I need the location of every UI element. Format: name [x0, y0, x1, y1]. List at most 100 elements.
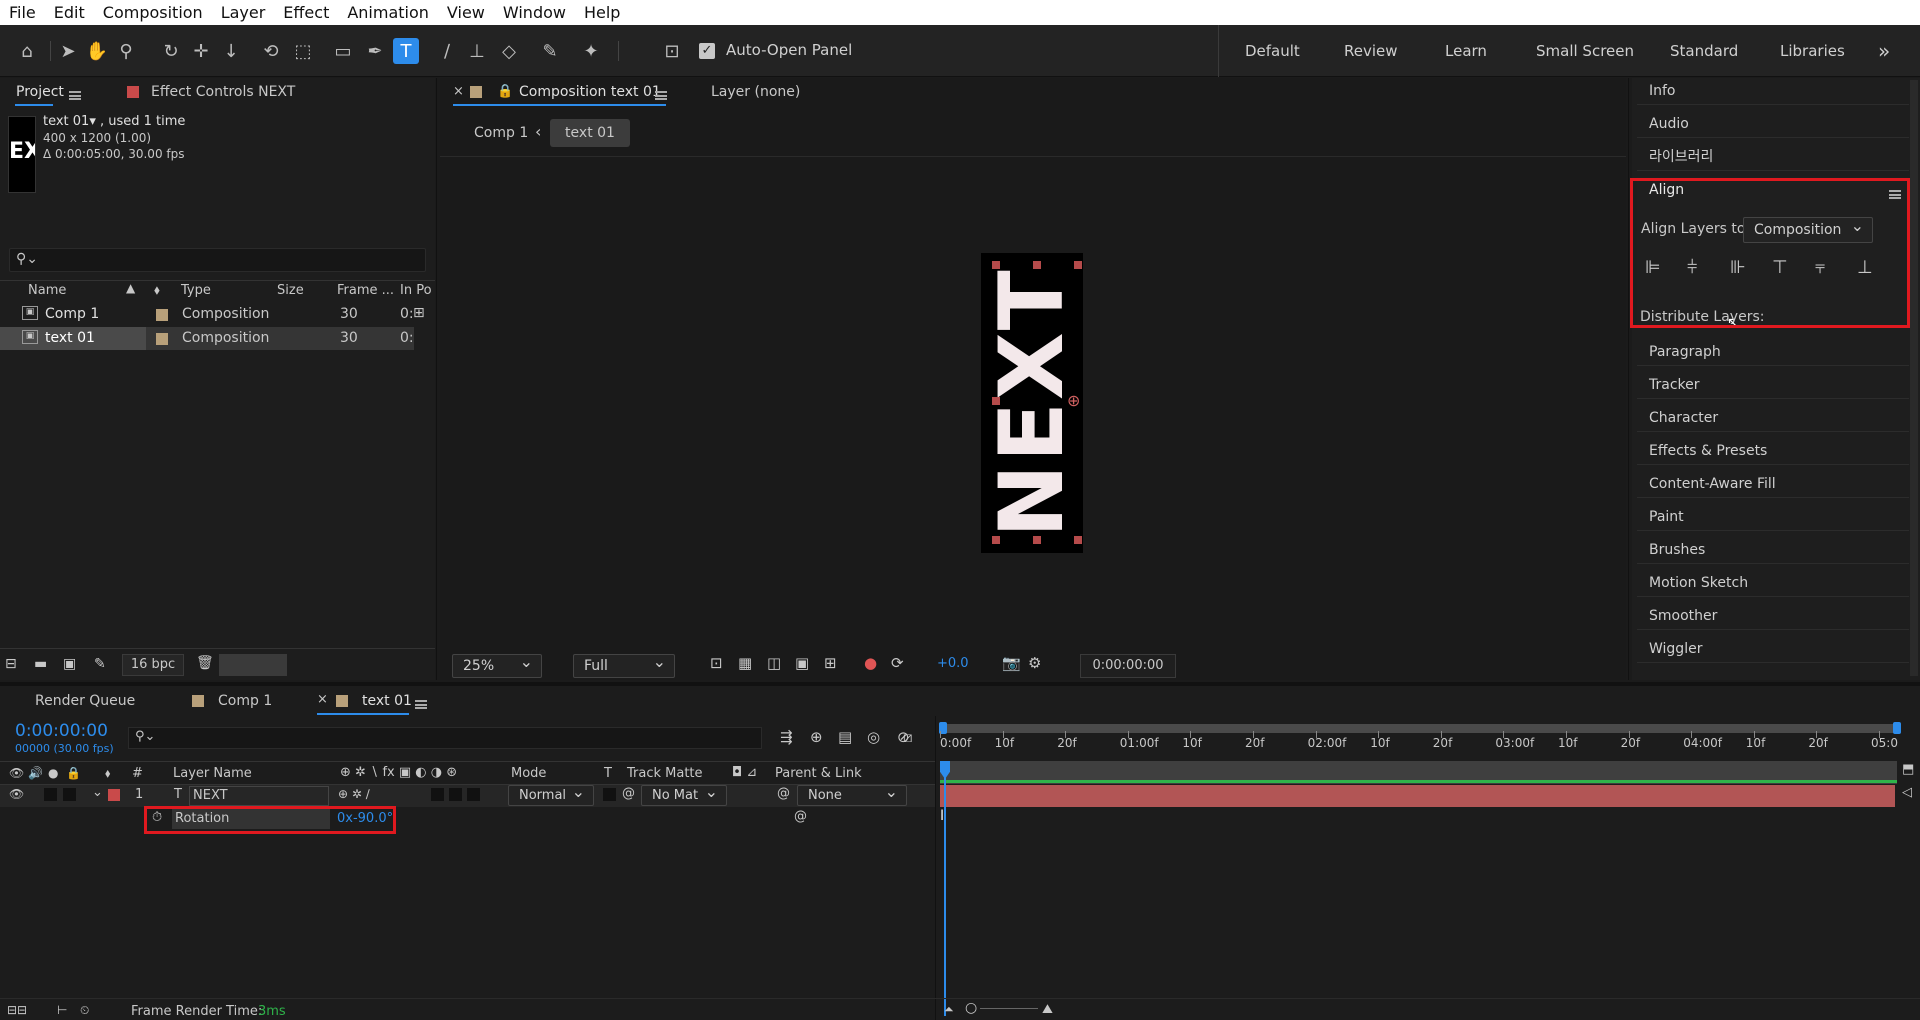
panel-info[interactable]: Info	[1637, 78, 1909, 105]
workspace-small-screen[interactable]: Small Screen	[1536, 25, 1634, 77]
menu-file[interactable]: File	[0, 0, 45, 25]
workspace-review[interactable]: Review	[1344, 25, 1398, 77]
pen-tool-icon[interactable]: ✒	[362, 38, 388, 64]
transform-handle[interactable]	[1074, 536, 1082, 544]
transform-handle[interactable]	[992, 397, 1000, 405]
shy-layers-icon[interactable]: ▤	[838, 728, 852, 746]
menu-edit[interactable]: Edit	[45, 0, 94, 25]
close-tab-icon[interactable]: ×	[453, 84, 464, 99]
layer-duration-bar[interactable]	[940, 785, 1895, 807]
tab-layer[interactable]: Layer (none)	[711, 84, 800, 100]
timeline-current-time[interactable]: 0:00:00:00	[15, 721, 108, 741]
visibility-column-icon[interactable]: 👁	[9, 766, 24, 780]
brush-tool-icon[interactable]: ∕	[434, 38, 460, 64]
zoom-out-icon[interactable]: ⏶	[944, 1002, 954, 1017]
mask-visibility-icon[interactable]: ◫	[767, 654, 781, 672]
project-row-selected[interactable]: ▣ text 01 Composition 30 0:	[0, 327, 414, 350]
project-row[interactable]: ▣ Comp 1 Composition 30 0: ⊞	[0, 303, 425, 326]
label-column-icon[interactable]: ⬧	[105, 766, 110, 781]
bit-depth-button[interactable]: 16 bpc	[122, 654, 184, 676]
panel-menu-icon[interactable]	[415, 700, 427, 709]
panel-content-aware-fill[interactable]: Content-Aware Fill	[1637, 471, 1909, 498]
rotate-tool-icon[interactable]: ⟲	[258, 38, 284, 64]
layer-name[interactable]: NEXT	[189, 786, 329, 806]
solo-toggle[interactable]	[44, 788, 57, 801]
parent-dropdown[interactable]: None	[797, 782, 907, 806]
transform-handle[interactable]	[992, 261, 1000, 269]
region-of-interest-icon[interactable]: ▣	[795, 654, 809, 672]
color-management-icon[interactable]: ⟳	[891, 654, 904, 672]
frame-blending-icon[interactable]: ◎	[867, 728, 880, 746]
panel-menu-icon[interactable]	[69, 91, 81, 100]
comp-flowchart-icon[interactable]: ⇶	[780, 728, 793, 746]
transfer-controls-icon[interactable]: ⊢	[57, 1003, 67, 1017]
solo-column-icon[interactable]: ●	[48, 766, 58, 780]
panel-smoother[interactable]: Smoother	[1637, 603, 1909, 630]
workspace-libraries[interactable]: Libraries	[1780, 25, 1845, 77]
zoom-tool-icon[interactable]: ⚲	[113, 38, 139, 64]
rectangle-tool-icon[interactable]: ▭	[330, 38, 356, 64]
orbit-camera-icon[interactable]: ↻	[158, 38, 184, 64]
transform-handle[interactable]	[1033, 536, 1041, 544]
snapping-icon[interactable]: ⊡	[659, 38, 685, 64]
menu-help[interactable]: Help	[575, 0, 629, 25]
current-time-display[interactable]: 0:00:00:00	[1080, 654, 1176, 678]
workspace-default[interactable]: Default	[1245, 25, 1300, 77]
property-row[interactable]: ⏱ Rotation 0x-90.0° @	[0, 808, 935, 830]
tab-project[interactable]: Project	[16, 84, 64, 100]
menu-view[interactable]: View	[438, 0, 494, 25]
col-frame-rate[interactable]: Frame ...	[337, 283, 394, 298]
panel-libraries[interactable]: 라이브러리	[1637, 144, 1909, 171]
pan-camera-icon[interactable]: ✛	[188, 38, 214, 64]
panel-motion-sketch[interactable]: Motion Sketch	[1637, 570, 1909, 597]
col-size[interactable]: Size	[277, 283, 304, 298]
track-matte-dropdown[interactable]: No Mat	[641, 782, 727, 806]
panel-menu-icon[interactable]	[655, 91, 667, 100]
adjust-icon[interactable]: ✎	[94, 656, 106, 672]
pan-behind-icon[interactable]: ⬚	[290, 38, 316, 64]
type-tool-icon[interactable]: T	[393, 38, 419, 64]
new-composition-icon[interactable]: ▣	[63, 656, 76, 672]
puppet-pin-icon[interactable]: ✦	[578, 38, 604, 64]
new-folder-icon[interactable]: ▬	[34, 656, 47, 672]
switch-toggle[interactable]	[431, 788, 444, 801]
lock-column-icon[interactable]: 🔒	[66, 766, 81, 780]
snapshot-icon[interactable]: 📷	[1002, 654, 1021, 672]
panel-wiggler[interactable]: Wiggler	[1637, 636, 1909, 663]
panel-paragraph[interactable]: Paragraph	[1637, 339, 1909, 366]
comp-marker-icon[interactable]: ⬒	[1902, 762, 1914, 777]
blend-mode-dropdown[interactable]: Normal	[508, 782, 594, 806]
expression-pickwhip-icon[interactable]: @	[794, 809, 807, 824]
selection-tool-icon[interactable]: ➤	[55, 38, 81, 64]
zoom-in-icon[interactable]: ⛰	[1042, 1002, 1053, 1017]
resolution-dropdown[interactable]: Full	[573, 651, 675, 678]
zoom-slider-track[interactable]	[980, 1008, 1038, 1009]
switch-toggle[interactable]	[449, 788, 462, 801]
col-name[interactable]: Name	[28, 283, 66, 298]
expand-chevron-icon[interactable]: ⌄	[92, 785, 103, 800]
tab-text01[interactable]: text 01	[362, 693, 412, 709]
playhead-line[interactable]	[944, 776, 946, 1016]
zoom-dropdown[interactable]: 25%	[452, 651, 542, 678]
work-area-end-handle[interactable]	[1893, 722, 1901, 734]
label-column-icon[interactable]: ⬧	[154, 283, 160, 298]
tab-comp1[interactable]: Comp 1	[218, 693, 272, 709]
workspace-standard[interactable]: Standard	[1670, 25, 1738, 77]
lock-icon[interactable]: 🔒	[497, 84, 513, 99]
panel-audio[interactable]: Audio	[1637, 111, 1909, 138]
tab-composition[interactable]: Composition text 01	[519, 84, 661, 100]
menu-layer[interactable]: Layer	[212, 0, 275, 25]
panel-effects-presets[interactable]: Effects & Presets	[1637, 438, 1909, 465]
panel-brushes[interactable]: Brushes	[1637, 537, 1909, 564]
menu-window[interactable]: Window	[494, 0, 575, 25]
right-panel-scrollbar[interactable]	[1910, 80, 1918, 676]
switch-toggle[interactable]	[467, 788, 480, 801]
close-tab-icon[interactable]: ×	[317, 692, 328, 707]
trash-icon[interactable]: 🗑	[196, 655, 214, 671]
col-layer-name[interactable]: Layer Name	[173, 766, 252, 781]
layer-row[interactable]: 👁 ⌄ 1 T NEXT ⊕ ✲ ∕ Normal @ No Mat @ Non…	[0, 782, 935, 807]
transform-handle[interactable]	[992, 536, 1000, 544]
audio-column-icon[interactable]: 🔊	[28, 766, 43, 780]
timeline-search-input[interactable]: ⚲⌄	[128, 727, 762, 749]
breadcrumb-current[interactable]: text 01	[550, 119, 630, 147]
